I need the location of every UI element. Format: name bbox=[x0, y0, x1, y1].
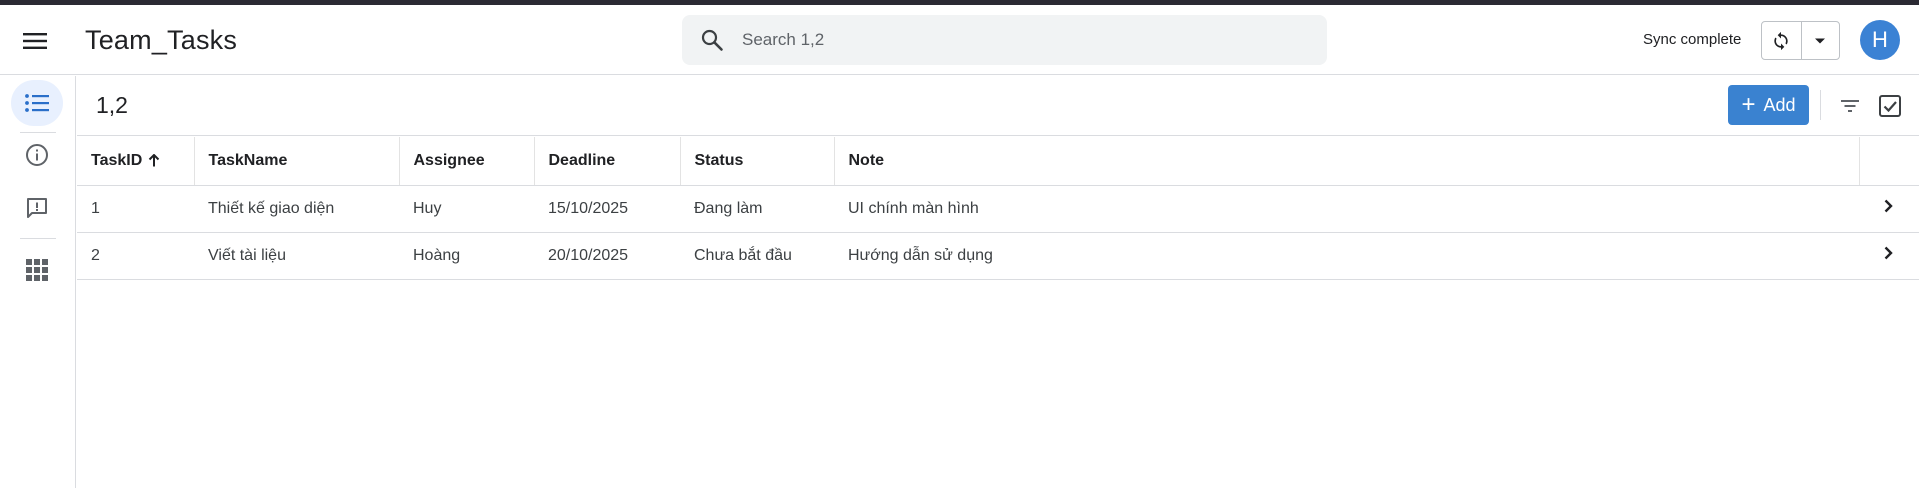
app-header: Team_Tasks Sync complete H bbox=[0, 5, 1919, 75]
cell-taskid: 1 bbox=[77, 185, 194, 233]
column-header-actions bbox=[1859, 137, 1919, 186]
add-button-label: Add bbox=[1763, 94, 1796, 115]
table-header-row: TaskID TaskName Assignee Deadline Status… bbox=[77, 137, 1919, 186]
search-icon bbox=[698, 26, 726, 54]
menu-button[interactable] bbox=[17, 23, 53, 59]
left-nav-rail bbox=[0, 76, 76, 488]
cell-taskname: Viết tài liệu bbox=[194, 232, 399, 280]
column-header-assignee[interactable]: Assignee bbox=[399, 137, 535, 186]
chevron-right-icon bbox=[1884, 246, 1893, 260]
nav-item-info[interactable] bbox=[11, 132, 63, 178]
cell-taskid: 2 bbox=[77, 232, 194, 280]
nav-item-apps[interactable] bbox=[11, 247, 63, 293]
column-header-status[interactable]: Status bbox=[680, 137, 835, 186]
checkbox-icon bbox=[1879, 95, 1901, 117]
sync-options-dropdown[interactable] bbox=[1802, 22, 1840, 59]
nav-divider bbox=[20, 238, 56, 239]
info-icon bbox=[26, 144, 48, 166]
search-input[interactable] bbox=[742, 30, 1302, 50]
column-header-taskid[interactable]: TaskID bbox=[77, 137, 195, 186]
table-row[interactable]: 2 Viết tài liệu Hoàng 20/10/2025 Chưa bắ… bbox=[77, 232, 1919, 280]
column-header-note[interactable]: Note bbox=[834, 137, 1860, 186]
sort-ascending-icon bbox=[149, 154, 160, 167]
cell-assignee: Hoàng bbox=[399, 232, 534, 280]
cell-note: Hướng dẫn sử dụng bbox=[834, 232, 1859, 280]
add-button[interactable]: + Add bbox=[1728, 85, 1809, 125]
filter-icon bbox=[1841, 100, 1859, 112]
apps-grid-icon bbox=[26, 259, 48, 281]
feedback-icon bbox=[27, 198, 47, 218]
cell-deadline: 20/10/2025 bbox=[534, 232, 680, 280]
nav-item-feedback[interactable] bbox=[11, 185, 63, 231]
sync-status-text: Sync complete bbox=[1643, 31, 1742, 48]
row-open-button[interactable] bbox=[1859, 185, 1919, 233]
select-mode-button[interactable] bbox=[1875, 91, 1905, 121]
cell-note: UI chính màn hình bbox=[834, 185, 1859, 233]
plus-icon: + bbox=[1741, 91, 1756, 118]
sync-icon bbox=[1774, 31, 1788, 50]
filter-button[interactable] bbox=[1836, 92, 1864, 120]
user-avatar[interactable]: H bbox=[1860, 20, 1900, 60]
list-icon bbox=[25, 94, 49, 112]
app-title: Team_Tasks bbox=[85, 25, 238, 55]
search-bar[interactable] bbox=[682, 15, 1327, 65]
cell-assignee: Huy bbox=[399, 185, 534, 233]
cell-status: Đang làm bbox=[680, 185, 834, 233]
nav-item-list-view[interactable] bbox=[11, 80, 63, 126]
row-open-button[interactable] bbox=[1859, 232, 1919, 280]
column-header-taskname[interactable]: TaskName bbox=[194, 137, 400, 186]
hamburger-menu-icon bbox=[23, 33, 47, 49]
caret-down-icon bbox=[1815, 38, 1826, 43]
data-table: TaskID TaskName Assignee Deadline Status… bbox=[77, 137, 1919, 280]
toolbar-divider bbox=[1820, 90, 1821, 120]
sync-button-group bbox=[1761, 21, 1840, 60]
cell-status: Chưa bắt đầu bbox=[680, 232, 834, 280]
cell-deadline: 15/10/2025 bbox=[534, 185, 680, 233]
view-title: 1,2 bbox=[96, 92, 128, 118]
cell-taskname: Thiết kế giao diện bbox=[194, 185, 399, 233]
sync-button[interactable] bbox=[1762, 22, 1802, 59]
chevron-right-icon bbox=[1884, 199, 1893, 213]
table-row[interactable]: 1 Thiết kế giao diện Huy 15/10/2025 Đang… bbox=[77, 185, 1919, 233]
column-header-deadline[interactable]: Deadline bbox=[534, 137, 681, 186]
view-toolbar: 1,2 + Add bbox=[77, 76, 1919, 136]
